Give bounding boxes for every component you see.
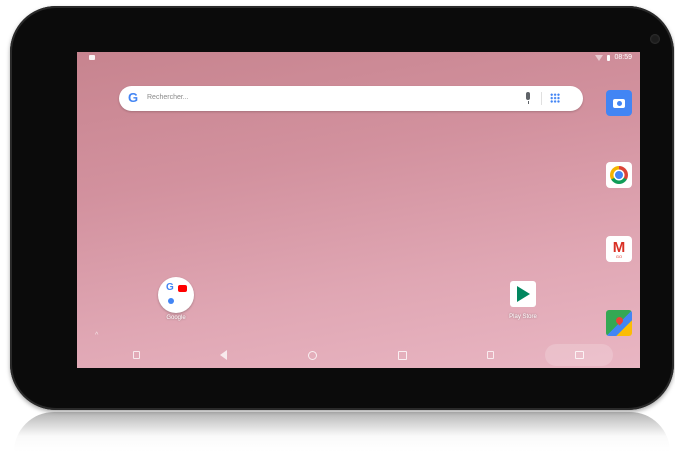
recents-button[interactable] xyxy=(395,348,409,362)
back-button[interactable] xyxy=(216,348,230,362)
screenshot-button[interactable] xyxy=(545,344,613,366)
maps-app[interactable] xyxy=(606,310,632,336)
battery-icon xyxy=(607,54,611,61)
volume-up-button[interactable] xyxy=(483,348,497,362)
google-logo-icon: G xyxy=(128,90,139,105)
google-g-icon: G xyxy=(166,282,174,293)
chrome-icon xyxy=(610,166,628,184)
camera-icon xyxy=(613,98,625,108)
screenshot-icon xyxy=(574,351,584,359)
status-bar: 08:59 xyxy=(77,52,640,65)
recents-icon xyxy=(397,350,407,360)
search-divider xyxy=(541,92,542,105)
tablet-device: 08:59 G Rechercher... M GO G Google Play… xyxy=(10,6,674,410)
gmail-icon: M xyxy=(612,238,626,256)
camera-app[interactable] xyxy=(606,90,632,116)
google-folder-label: Google xyxy=(166,315,186,321)
navigation-bar xyxy=(77,342,640,368)
go-badge: GO xyxy=(615,253,623,259)
volume-down-button[interactable] xyxy=(129,348,143,362)
play-store-app[interactable] xyxy=(510,281,536,307)
assistant-icon xyxy=(168,298,174,304)
chrome-app[interactable] xyxy=(606,162,632,188)
play-store-label: Play Store xyxy=(509,314,537,320)
status-indicators: 08:59 xyxy=(595,54,632,61)
gmail-app[interactable]: M GO xyxy=(606,236,632,262)
google-folder[interactable]: G xyxy=(158,277,194,313)
notification-icon xyxy=(89,55,95,60)
mic-icon[interactable] xyxy=(526,92,530,104)
wifi-icon xyxy=(595,54,604,61)
home-screen: 08:59 G Rechercher... M GO G Google Play… xyxy=(77,52,640,368)
maps-icon xyxy=(614,315,624,325)
volume-down-icon xyxy=(132,351,140,359)
app-drawer-caret-icon[interactable]: ^ xyxy=(95,332,98,339)
front-camera xyxy=(650,34,660,44)
device-reflection xyxy=(14,412,670,452)
search-placeholder[interactable]: Rechercher... xyxy=(147,94,189,101)
volume-up-icon xyxy=(486,351,494,359)
youtube-icon xyxy=(178,285,187,292)
play-store-icon xyxy=(516,286,530,302)
google-search-bar[interactable]: G Rechercher... xyxy=(119,86,583,111)
home-button[interactable] xyxy=(305,348,319,362)
clock: 08:59 xyxy=(614,54,632,61)
back-icon xyxy=(219,350,227,360)
home-icon xyxy=(307,350,317,360)
apps-grid-icon[interactable] xyxy=(550,93,560,103)
